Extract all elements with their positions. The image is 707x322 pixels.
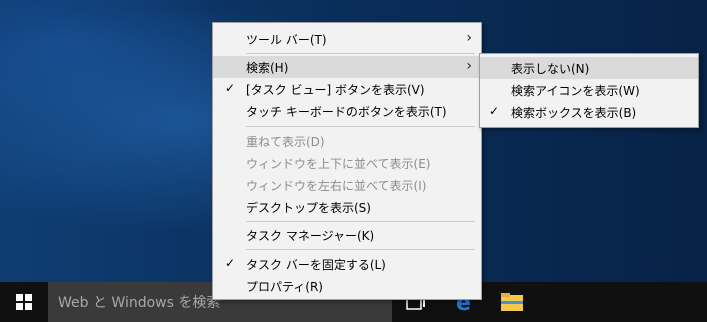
menu-item-show-task-view[interactable]: ✓ [タスク ビュー] ボタンを表示(V) bbox=[213, 78, 481, 100]
submenu-item-show-search-box[interactable]: ✓ 検索ボックスを表示(B) bbox=[480, 101, 698, 123]
checkmark-icon: ✓ bbox=[489, 104, 500, 118]
menu-separator bbox=[246, 126, 475, 127]
start-button[interactable] bbox=[0, 282, 48, 322]
menu-item-show-touch-keyboard[interactable]: タッチ キーボードのボタンを表示(T) bbox=[213, 100, 481, 122]
menu-item-side-by-side[interactable]: ウィンドウを左右に並べて表示(I) bbox=[213, 174, 481, 196]
submenu-item-show-search-icon[interactable]: 検索アイコンを表示(W) bbox=[480, 79, 698, 101]
menu-item-cascade[interactable]: 重ねて表示(D) bbox=[213, 130, 481, 152]
folder-icon bbox=[501, 293, 523, 311]
search-placeholder: Web と Windows を検索 bbox=[58, 295, 221, 311]
search-submenu: 表示しない(N) 検索アイコンを表示(W) ✓ 検索ボックスを表示(B) bbox=[479, 53, 699, 128]
menu-item-properties[interactable]: プロパティ(R) bbox=[213, 275, 481, 297]
menu-separator bbox=[246, 249, 475, 250]
submenu-item-hidden[interactable]: 表示しない(N) bbox=[480, 57, 698, 79]
menu-item-lock-taskbar[interactable]: ✓ タスク バーを固定する(L) bbox=[213, 253, 481, 275]
chevron-right-icon: › bbox=[466, 30, 472, 46]
chevron-right-icon: › bbox=[466, 58, 472, 74]
menu-item-task-manager[interactable]: タスク マネージャー(K) bbox=[213, 224, 481, 246]
menu-item-toolbars[interactable]: ツール バー(T) › bbox=[213, 28, 481, 50]
menu-separator bbox=[246, 53, 475, 54]
file-explorer-button[interactable] bbox=[488, 282, 536, 322]
checkmark-icon: ✓ bbox=[225, 81, 236, 95]
taskbar-context-menu: ツール バー(T) › 検索(H) › ✓ [タスク ビュー] ボタンを表示(V… bbox=[212, 22, 482, 300]
menu-item-stacked[interactable]: ウィンドウを上下に並べて表示(E) bbox=[213, 152, 481, 174]
menu-item-show-desktop[interactable]: デスクトップを表示(S) bbox=[213, 196, 481, 218]
windows-logo-icon bbox=[16, 294, 32, 310]
menu-item-search[interactable]: 検索(H) › bbox=[213, 56, 481, 78]
checkmark-icon: ✓ bbox=[225, 256, 236, 270]
menu-separator bbox=[246, 221, 475, 222]
